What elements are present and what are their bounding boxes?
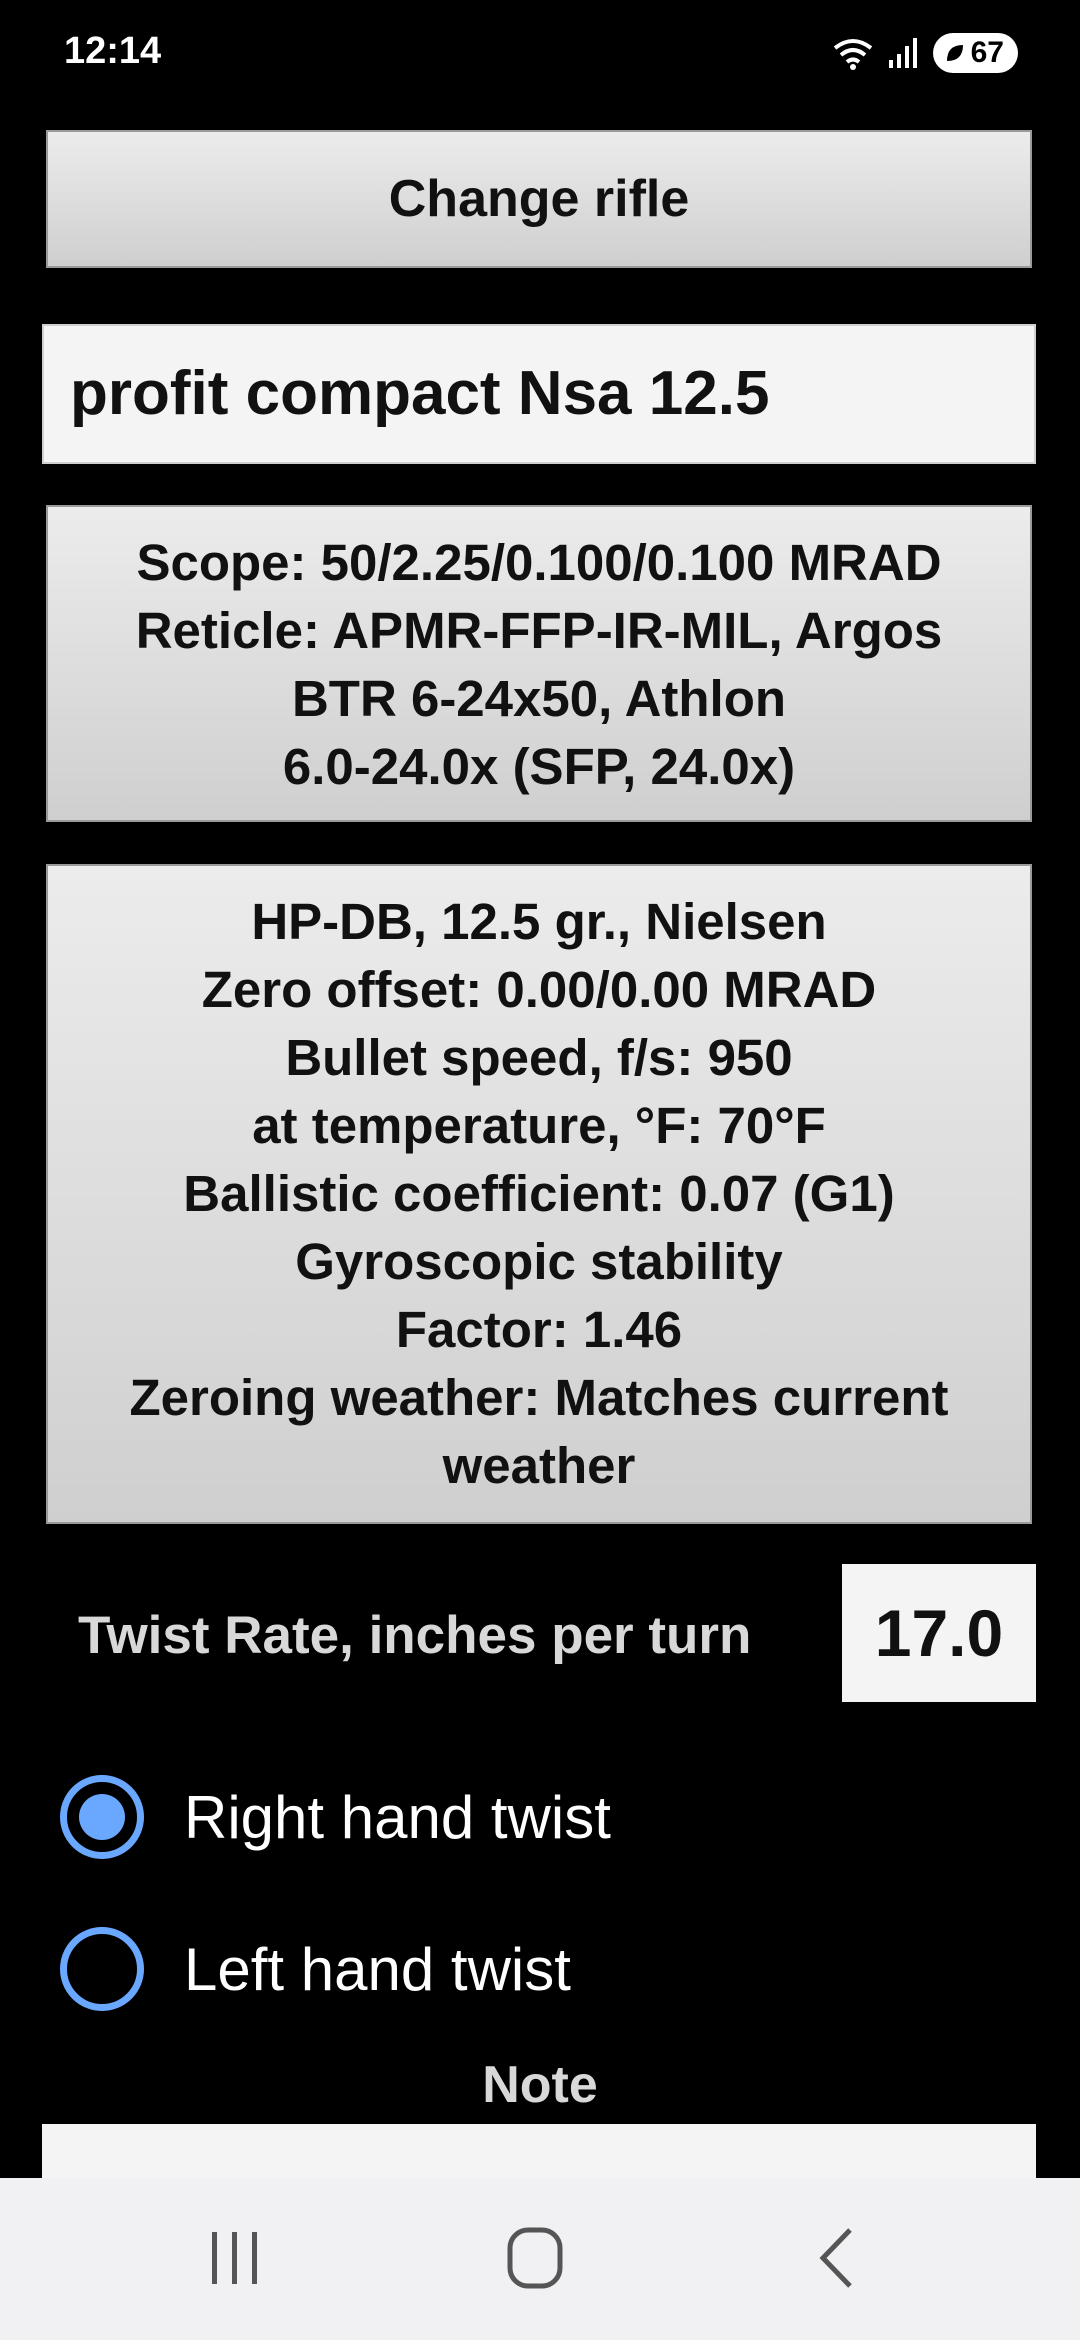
note-label: Note bbox=[482, 2056, 598, 2114]
wifi-icon bbox=[833, 39, 872, 70]
navigation-bar bbox=[0, 2178, 1080, 2340]
rifle-name-field[interactable]: profit compact Nsa 12.5 bbox=[42, 324, 1036, 464]
scope-info-button[interactable]: Scope: 50/2.25/0.100/0.100 MRAD Reticle:… bbox=[46, 505, 1032, 822]
left-hand-twist-label: Left hand twist bbox=[184, 1935, 571, 2003]
bullet-line: Zero offset: 0.00/0.00 MRAD bbox=[201, 961, 877, 1018]
bullet-line: HP-DB, 12.5 gr., Nielsen bbox=[251, 893, 827, 950]
twist-rate-input[interactable]: 17.0 bbox=[842, 1564, 1036, 1702]
bullet-info-button[interactable]: HP-DB, 12.5 gr., Nielsen Zero offset: 0.… bbox=[46, 864, 1032, 1524]
bullet-line: Zeroing weather: Matches current bbox=[129, 1369, 949, 1426]
battery-leaf-icon bbox=[946, 45, 963, 61]
status-icons: 67 bbox=[833, 30, 1018, 76]
right-hand-twist-option[interactable]: Right hand twist bbox=[60, 1762, 960, 1872]
bullet-line: Ballistic coefficient: 0.07 (G1) bbox=[183, 1165, 895, 1222]
recents-icon[interactable] bbox=[190, 2218, 280, 2298]
scope-line: 6.0-24.0x (SFP, 24.0x) bbox=[282, 738, 796, 795]
status-time: 12:14 bbox=[64, 30, 162, 72]
bullet-line: weather bbox=[442, 1437, 636, 1494]
scope-line: Scope: 50/2.25/0.100/0.100 MRAD bbox=[136, 534, 942, 591]
back-icon[interactable] bbox=[795, 2218, 885, 2298]
bullet-line: Bullet speed, f/s: 950 bbox=[285, 1029, 793, 1086]
status-bar: 12:14 67 bbox=[0, 0, 1080, 110]
bullet-line: Factor: 1.46 bbox=[395, 1301, 683, 1358]
battery-indicator: 67 bbox=[932, 33, 1018, 73]
bullet-line: at temperature, °F: 70°F bbox=[252, 1097, 826, 1154]
left-hand-twist-option[interactable]: Left hand twist bbox=[60, 1914, 960, 2024]
right-hand-twist-radio[interactable] bbox=[60, 1775, 144, 1859]
right-hand-twist-label: Right hand twist bbox=[184, 1783, 611, 1851]
battery-level: 67 bbox=[970, 36, 1004, 69]
scope-line: Reticle: APMR-FFP-IR-MIL, Argos bbox=[135, 602, 943, 659]
change-rifle-button[interactable]: Change rifle bbox=[46, 130, 1032, 268]
scope-line: BTR 6-24x50, Athlon bbox=[291, 670, 787, 727]
home-icon[interactable] bbox=[490, 2218, 580, 2298]
signal-icon bbox=[888, 38, 917, 68]
twist-rate-label: Twist Rate, inches per turn bbox=[78, 1606, 752, 1665]
left-hand-twist-radio[interactable] bbox=[60, 1927, 144, 2011]
bullet-line: Gyroscopic stability bbox=[295, 1233, 783, 1290]
